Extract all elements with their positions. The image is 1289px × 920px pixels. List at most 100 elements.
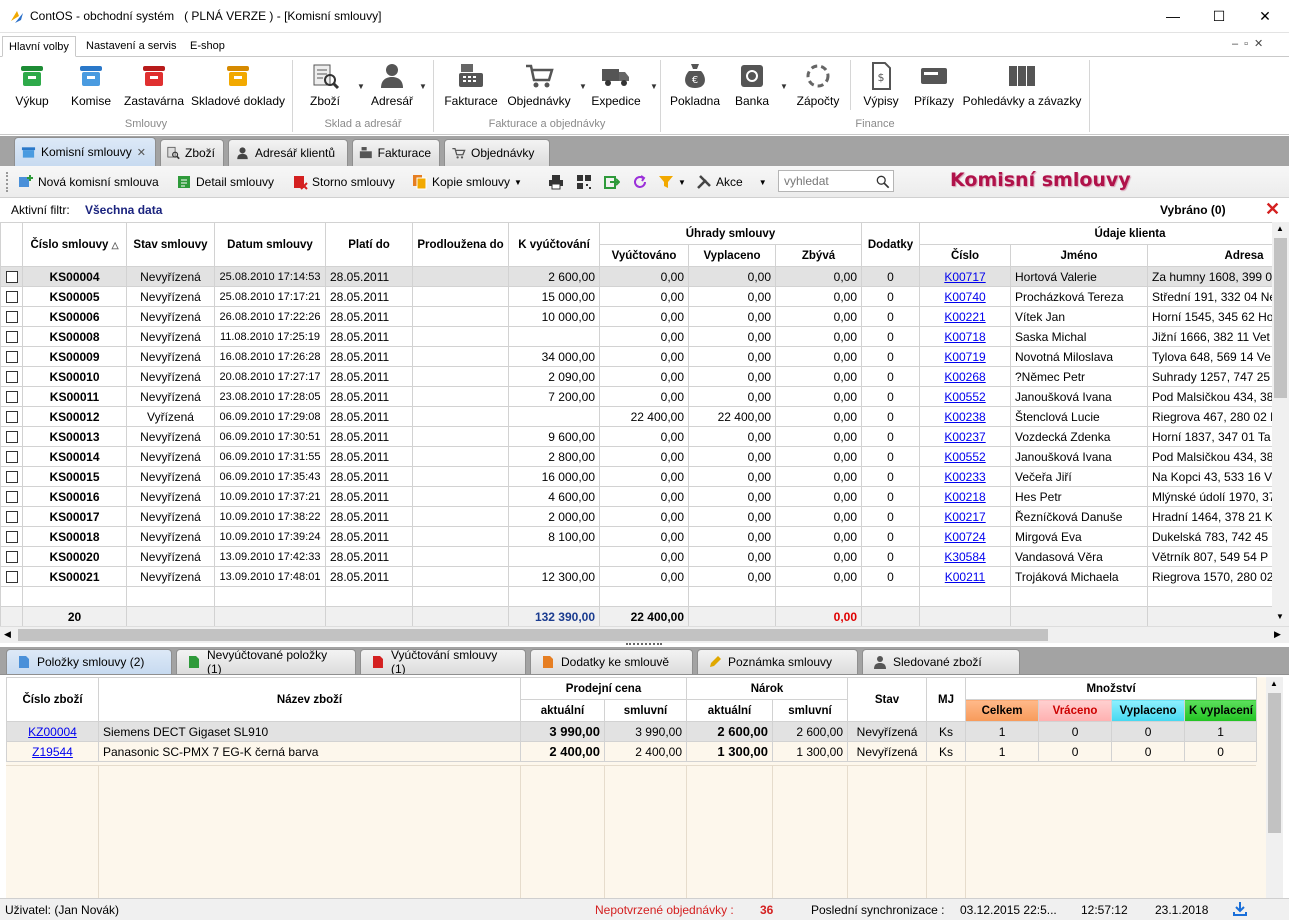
- menu-eshop[interactable]: E-shop: [184, 36, 231, 57]
- table-row[interactable]: KS00006 Nevyřízená 26.08.2010 17:22:26 28.0…: [0, 306, 1272, 327]
- row-checkbox-cell[interactable]: [0, 286, 23, 307]
- table-row[interactable]: KS00010 Nevyřízená 20.08.2010 17:27:17 28.0…: [0, 366, 1272, 387]
- col-stav-zbozi[interactable]: Stav: [847, 677, 928, 722]
- detail-tab-5[interactable]: Sledované zboží: [862, 649, 1020, 674]
- col-datum[interactable]: Datum smlouvy: [214, 222, 326, 267]
- cell-klient-cislo[interactable]: K00218: [919, 486, 1011, 507]
- client-link[interactable]: K00211: [945, 570, 985, 584]
- client-link[interactable]: K00740: [944, 290, 985, 304]
- table-row[interactable]: KS00016 Nevyřízená 10.09.2010 17:37:21 28.0…: [0, 486, 1272, 507]
- table-row[interactable]: KS00013 Nevyřízená 06.09.2010 17:30:51 28.0…: [0, 426, 1272, 447]
- row-checkbox[interactable]: [5, 551, 18, 564]
- cell-klient-cislo[interactable]: K00217: [919, 506, 1011, 527]
- detail-tab-0[interactable]: Položky smlouvy (2): [6, 649, 172, 674]
- row-checkbox-cell[interactable]: [0, 466, 23, 487]
- vertical-scrollbar[interactable]: ▲ ▼: [1272, 222, 1289, 626]
- client-link[interactable]: K30584: [944, 550, 985, 564]
- table-row[interactable]: KS00015 Nevyřízená 06.09.2010 17:35:43 28.0…: [0, 466, 1272, 487]
- row-checkbox[interactable]: [5, 351, 18, 364]
- horizontal-scrollbar[interactable]: ◀ ▶: [0, 626, 1289, 643]
- client-link[interactable]: K00717: [944, 270, 985, 284]
- col-vraceno[interactable]: Vráceno: [1038, 699, 1113, 722]
- col-vyuctovano[interactable]: Vyúčtováno: [599, 244, 689, 267]
- col-narok-smluvni[interactable]: smluvní: [772, 699, 849, 722]
- tab-zbozi[interactable]: Zboží: [160, 139, 224, 166]
- cell-klient-cislo[interactable]: K00221: [919, 306, 1011, 327]
- cell-klient-cislo[interactable]: K00724: [919, 526, 1011, 547]
- objednavky-button[interactable]: Objednávky: [505, 60, 573, 114]
- menu-nastaveni[interactable]: Nastavení a servis: [80, 36, 182, 57]
- row-checkbox[interactable]: [5, 331, 18, 344]
- scroll-left-icon[interactable]: ◀: [4, 629, 11, 640]
- skladove-doklady-button[interactable]: Skladové doklady: [190, 60, 286, 114]
- actions-dropdown-icon[interactable]: ▼: [759, 178, 767, 187]
- filter-button[interactable]: ▼: [658, 172, 686, 192]
- tab-close-icon[interactable]: ✕: [137, 146, 146, 159]
- banka-dropdown-icon[interactable]: ▼: [780, 82, 788, 91]
- new-contract-button[interactable]: Nová komisní smlouva: [18, 172, 159, 192]
- unconfirmed-orders-count[interactable]: 36: [760, 903, 773, 917]
- banka-button[interactable]: Banka: [735, 60, 769, 114]
- client-link[interactable]: K00217: [944, 510, 985, 524]
- cell-klient-cislo[interactable]: K00552: [919, 386, 1011, 407]
- search-icon[interactable]: [876, 175, 890, 189]
- row-checkbox-cell[interactable]: [0, 486, 23, 507]
- row-checkbox-cell[interactable]: [0, 426, 23, 447]
- row-checkbox-cell[interactable]: [0, 326, 23, 347]
- table-row[interactable]: KS00018 Nevyřízená 10.09.2010 17:39:24 28.0…: [0, 526, 1272, 547]
- items-vertical-scrollbar[interactable]: ▲: [1266, 677, 1283, 899]
- cell-klient-cislo[interactable]: K00740: [919, 286, 1011, 307]
- zastavarna-button[interactable]: Zastavárna: [124, 60, 184, 114]
- cell-cislo-zbozi[interactable]: KZ00004: [6, 721, 99, 742]
- zapocty-button[interactable]: Zápočty: [795, 60, 841, 114]
- row-checkbox[interactable]: [5, 291, 18, 304]
- col-mj[interactable]: MJ: [926, 677, 967, 722]
- row-checkbox[interactable]: [5, 411, 18, 424]
- tab-komisni-smlouvy[interactable]: Komisní smlouvy ✕: [14, 137, 156, 166]
- row-checkbox-cell[interactable]: [0, 366, 23, 387]
- col-plati-do[interactable]: Platí do: [325, 222, 413, 267]
- detail-tab-1[interactable]: Nevyúčtované položky (1): [176, 648, 356, 676]
- client-link[interactable]: K00552: [944, 450, 985, 464]
- vypisy-button[interactable]: $ Výpisy: [861, 60, 901, 114]
- client-link[interactable]: K00238: [944, 410, 985, 424]
- client-link[interactable]: K00718: [944, 330, 985, 344]
- copy-contract-button[interactable]: Kopie smlouvy ▼: [412, 172, 522, 192]
- cell-klient-cislo[interactable]: K00717: [919, 266, 1011, 287]
- cell-klient-cislo[interactable]: K00268: [919, 366, 1011, 387]
- row-checkbox-cell[interactable]: [0, 266, 23, 287]
- tab-objednavky[interactable]: Objednávky: [444, 139, 550, 166]
- table-row[interactable]: KS00012 Vyřízená 06.09.2010 17:29:08 28.05.…: [0, 406, 1272, 427]
- tab-adresar-klientu[interactable]: Adresář klientů: [228, 139, 348, 166]
- vykup-button[interactable]: Výkup: [12, 60, 52, 114]
- client-link[interactable]: K00268: [944, 370, 985, 384]
- col-prodlouzena[interactable]: Prodloužena do: [412, 222, 509, 267]
- cell-klient-cislo[interactable]: K00718: [919, 326, 1011, 347]
- cell-klient-cislo[interactable]: K00237: [919, 426, 1011, 447]
- row-checkbox-cell[interactable]: [0, 406, 23, 427]
- col-k-vyplaceni[interactable]: K vyplacení: [1184, 699, 1258, 722]
- row-checkbox-cell[interactable]: [0, 566, 23, 587]
- scroll-right-icon[interactable]: ▶: [1274, 629, 1281, 640]
- detail-tab-2[interactable]: Vyúčtování smlouvy (1): [360, 648, 526, 676]
- scroll-up-icon[interactable]: ▲: [1276, 224, 1284, 233]
- scroll-thumb[interactable]: [1268, 693, 1281, 833]
- copy-dropdown-icon[interactable]: ▼: [514, 178, 522, 187]
- table-row[interactable]: KS00009 Nevyřízená 16.08.2010 17:26:28 28.0…: [0, 346, 1272, 367]
- clear-filter-icon[interactable]: ✕: [1265, 199, 1280, 220]
- col-vyplaceno-mn[interactable]: Vyplaceno: [1111, 699, 1186, 722]
- list-item[interactable]: KZ00004 Siemens DECT Gigaset SL910 3 990,0…: [6, 721, 1258, 742]
- expedice-button[interactable]: Expedice: [590, 60, 642, 114]
- col-zbyva[interactable]: Zbývá: [775, 244, 862, 267]
- scroll-up-icon[interactable]: ▲: [1270, 679, 1278, 688]
- client-link[interactable]: K00233: [944, 470, 985, 484]
- active-filter-value[interactable]: Všechna data: [85, 203, 162, 217]
- client-link[interactable]: K00719: [944, 350, 985, 364]
- row-checkbox-cell[interactable]: [0, 446, 23, 467]
- col-k-vyuctovani[interactable]: K vyúčtování: [508, 222, 600, 267]
- table-row[interactable]: KS00021 Nevyřízená 13.09.2010 17:48:01 28.0…: [0, 566, 1272, 587]
- row-checkbox[interactable]: [5, 471, 18, 484]
- adresar-dropdown-icon[interactable]: ▼: [419, 82, 427, 91]
- cell-klient-cislo[interactable]: K30584: [919, 546, 1011, 567]
- row-checkbox[interactable]: [5, 371, 18, 384]
